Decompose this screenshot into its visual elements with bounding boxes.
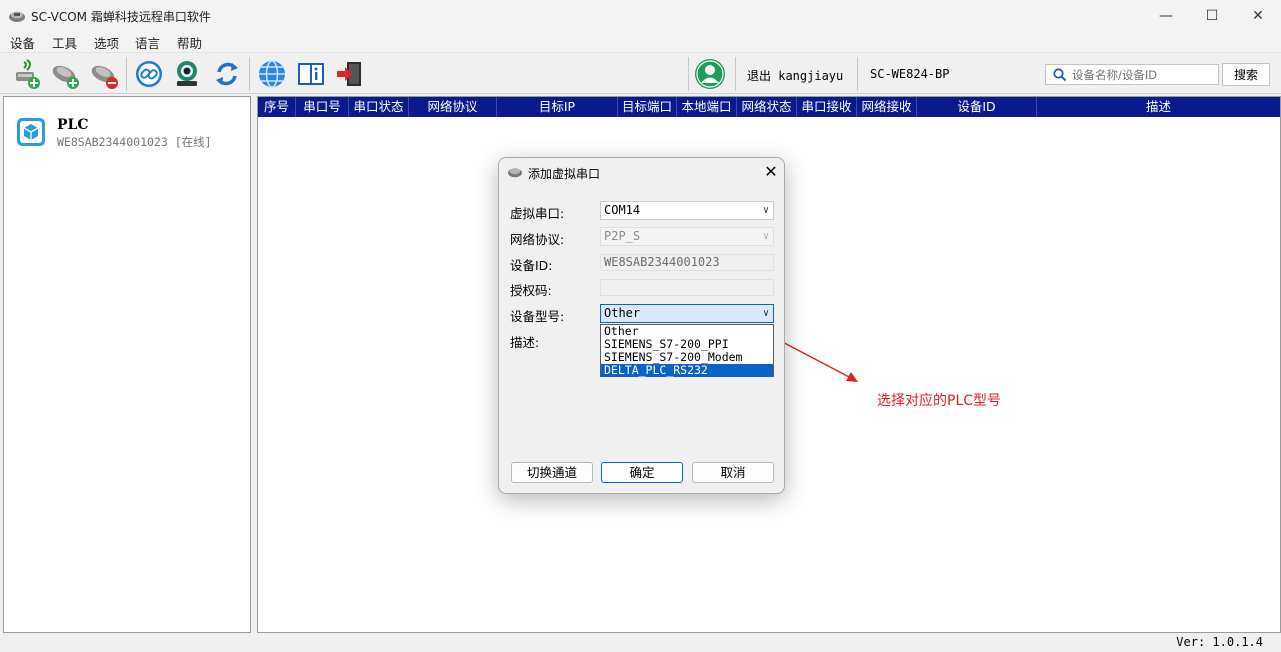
dialog-title: 添加虚拟串口 — [528, 167, 601, 181]
ok-button[interactable]: 确定 — [601, 462, 683, 483]
auth-code-field — [600, 279, 774, 296]
protocol-select: P2P_S ∨ — [600, 227, 774, 246]
device-model-value: Other — [604, 306, 641, 320]
chevron-down-icon: ∨ — [762, 231, 769, 242]
add-virtual-port-dialog: 添加虚拟串口 ✕ 虚拟串口: COM14 ∨ 网络协议: P2P_S ∨ 设备I… — [498, 157, 785, 494]
device-id-field: WE8SAB2344001023 — [600, 254, 774, 271]
dropdown-option-highlighted[interactable]: DELTA_PLC_RS232 — [601, 364, 773, 377]
device-model-select[interactable]: Other ∨ — [600, 304, 774, 323]
device-model-dropdown: Other SIEMENS_S7-200_PPI SIEMENS_S7-200_… — [600, 324, 774, 377]
annotation-note: 选择对应的PLC型号 — [877, 393, 1002, 409]
device-model-label: 设备型号: — [510, 309, 565, 324]
virtual-port-label: 虚拟串口: — [510, 206, 565, 221]
switch-channel-button[interactable]: 切换通道 — [511, 462, 593, 483]
protocol-value: P2P_S — [604, 229, 641, 243]
device-id-label: 设备ID: — [510, 258, 553, 273]
description-label: 描述: — [510, 335, 540, 350]
auth-code-label: 授权码: — [510, 283, 552, 298]
protocol-label: 网络协议: — [510, 232, 565, 247]
dialog-close-button[interactable]: ✕ — [761, 162, 781, 182]
chevron-down-icon: ∨ — [762, 205, 769, 216]
dialog-app-icon — [507, 165, 523, 182]
chevron-down-icon: ∨ — [762, 308, 769, 319]
virtual-port-value: COM14 — [604, 203, 641, 217]
cancel-button[interactable]: 取消 — [692, 462, 774, 483]
virtual-port-select[interactable]: COM14 ∨ — [600, 201, 774, 220]
